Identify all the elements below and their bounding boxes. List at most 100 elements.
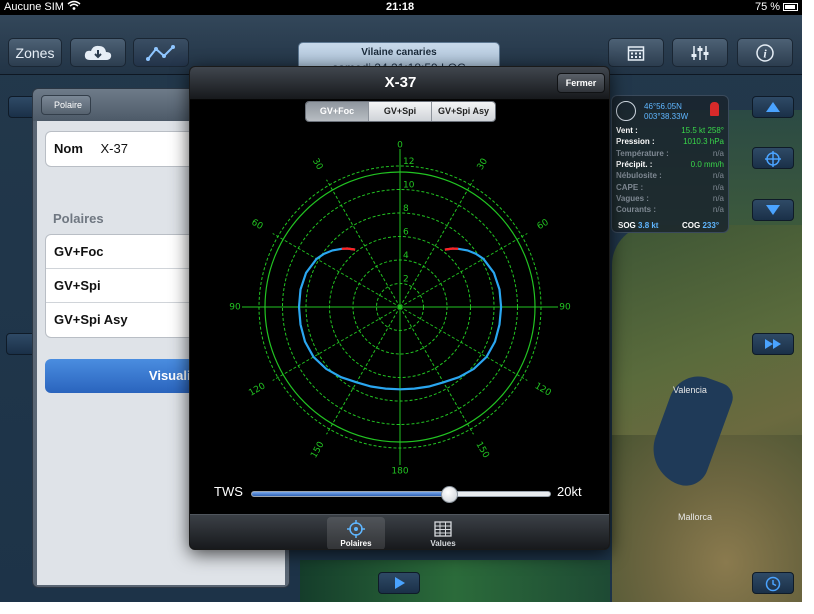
segment-gv-spi[interactable]: GV+Spi: [369, 102, 432, 121]
sog-value: 3.8 kt: [638, 221, 659, 230]
polar-angle-spoke: [399, 306, 528, 381]
polar-curve-port: [297, 247, 401, 391]
name-label: Nom: [54, 141, 83, 156]
polar-angle-label: 180: [391, 467, 408, 477]
polar-button[interactable]: [133, 38, 189, 67]
polar-ring-label: 4: [403, 251, 409, 261]
polar-upwind-port: [341, 247, 356, 251]
cog-label: COG: [682, 221, 701, 230]
zones-button[interactable]: Zones: [8, 38, 62, 67]
polar-center: [398, 305, 402, 309]
info-row-value: 15.5 kt 258°: [681, 126, 724, 135]
calendar-button[interactable]: [608, 38, 664, 67]
map-place-label: Mallorca: [678, 512, 713, 522]
segment-gv-spi-asy[interactable]: GV+Spi Asy: [432, 102, 495, 121]
info-row-value: n/a: [712, 182, 724, 192]
play-button[interactable]: [378, 572, 420, 594]
cloud-download-button[interactable]: [70, 38, 126, 67]
target-icon: [765, 151, 781, 167]
polar-chart-icon: [145, 44, 177, 62]
calendar-icon: [627, 44, 645, 62]
zones-button-label: Zones: [15, 44, 55, 61]
polar-ring-label: 2: [403, 275, 409, 285]
wifi-icon: [67, 0, 81, 14]
info-row-label: Courants :: [616, 205, 656, 215]
polar-angle-label: 0: [397, 141, 403, 151]
segment-gv-foc[interactable]: GV+Foc: [306, 102, 369, 121]
sog-label: SOG: [618, 221, 636, 230]
tab-values[interactable]: Values: [414, 517, 472, 549]
polar-angle-label: 30: [310, 157, 325, 172]
info-row-value: n/a: [712, 205, 724, 215]
play-icon: [395, 577, 405, 589]
polar-angle-label: 90: [559, 303, 571, 313]
polar-angle-label: 60: [536, 218, 551, 233]
tab-label: Polaires: [340, 539, 372, 548]
info-row: Précipit. : 0.0 mm/h: [616, 159, 726, 170]
tws-slider[interactable]: [251, 486, 551, 503]
clock-icon: [765, 576, 781, 592]
back-button[interactable]: Polaire: [41, 95, 92, 115]
modal-title: X-37: [384, 74, 417, 91]
polar-ring-label: 10: [403, 181, 415, 191]
zoom-up-button[interactable]: [752, 96, 794, 118]
triangle-up-icon: [766, 102, 780, 112]
info-row-value: n/a: [712, 148, 724, 158]
cog-value: 233°: [702, 221, 720, 230]
info-row-label: Précipit. :: [616, 159, 653, 169]
battery-icon: [783, 3, 798, 11]
svg-text:i: i: [763, 46, 767, 60]
polar-ring-label: 8: [403, 204, 409, 214]
tws-slider-thumb[interactable]: [440, 486, 458, 503]
polar-ring-label: 12: [403, 157, 414, 167]
info-row-label: Température :: [616, 148, 669, 158]
longitude: 003°38.33W: [644, 112, 689, 121]
info-row: Vent : 15.5 kt 258°: [616, 125, 726, 136]
settings-sliders-button[interactable]: [672, 38, 728, 67]
tws-value: 20kt: [557, 484, 582, 499]
info-row: Vagues : n/a: [616, 193, 726, 204]
wind-dial-icon: [616, 101, 636, 121]
crosshair-icon: [347, 520, 365, 538]
center-position-button[interactable]: [752, 147, 794, 169]
time-button[interactable]: [752, 572, 794, 594]
polar-angle-label: 90: [229, 303, 241, 313]
polar-segmented-control: GV+Foc GV+Spi GV+Spi Asy: [305, 101, 496, 122]
sog-readout: SOG 3.8 kt: [618, 221, 658, 230]
modal-tab-bar: Polaires Values: [190, 514, 609, 549]
zoom-down-button[interactable]: [752, 199, 794, 221]
tws-slider-fill: [252, 492, 449, 496]
weather-info-panel[interactable]: 46°56.05N 003°38.33W Vent :15.5 kt 258° P…: [611, 95, 729, 233]
info-row-label: Pression :: [616, 137, 655, 147]
info-row-label: Nébulosite :: [616, 171, 662, 181]
status-bar: Aucune SIM 21:18 75 %: [0, 0, 802, 15]
close-button[interactable]: Fermer: [557, 73, 605, 93]
coordinates: 46°56.05N 003°38.33W: [644, 102, 688, 122]
info-row: Nébulosite : n/a: [616, 170, 726, 181]
route-title: Vilaine canaries: [361, 47, 437, 58]
tab-polaires[interactable]: Polaires: [327, 517, 385, 549]
info-row-value: n/a: [712, 171, 724, 181]
carrier-label: Aucune SIM: [4, 1, 64, 13]
triangle-down-icon: [766, 205, 780, 215]
info-row-value: 0.0 mm/h: [690, 159, 724, 169]
step-forward-button[interactable]: [752, 333, 794, 355]
info-row-value: 1010.3 hPa: [683, 137, 724, 147]
polars-section-title: Polaires: [53, 211, 104, 226]
map-wind-overlay: [300, 560, 610, 602]
polar-chart: 2 4 6 8 10 120 30 60 90 120 150 180 150 120 90 60 30: [229, 141, 571, 477]
polar-angle-spoke: [399, 233, 528, 308]
polar-angle-label: 30: [476, 157, 491, 172]
ipad-screen: Valencia Mallorca Aucune SIM 21:18 75 % …: [0, 0, 802, 602]
polar-modal: 2 4 6 8 10 12 0 30 60 90 120 150 180 150 120 90 60 30 X-3…: [189, 66, 610, 550]
polar-angle-label: 150: [473, 440, 490, 460]
boat-icon: [710, 102, 719, 116]
name-value: X-37: [100, 141, 128, 156]
polar-angle-label: 120: [247, 381, 267, 398]
cog-readout: COG 233°: [682, 221, 719, 230]
info-button[interactable]: i: [737, 38, 793, 67]
latitude: 46°56.05N: [644, 102, 682, 111]
map-place-label: Valencia: [673, 385, 707, 395]
grid-table-icon: [434, 521, 452, 537]
polar-angle-spoke: [399, 179, 474, 308]
